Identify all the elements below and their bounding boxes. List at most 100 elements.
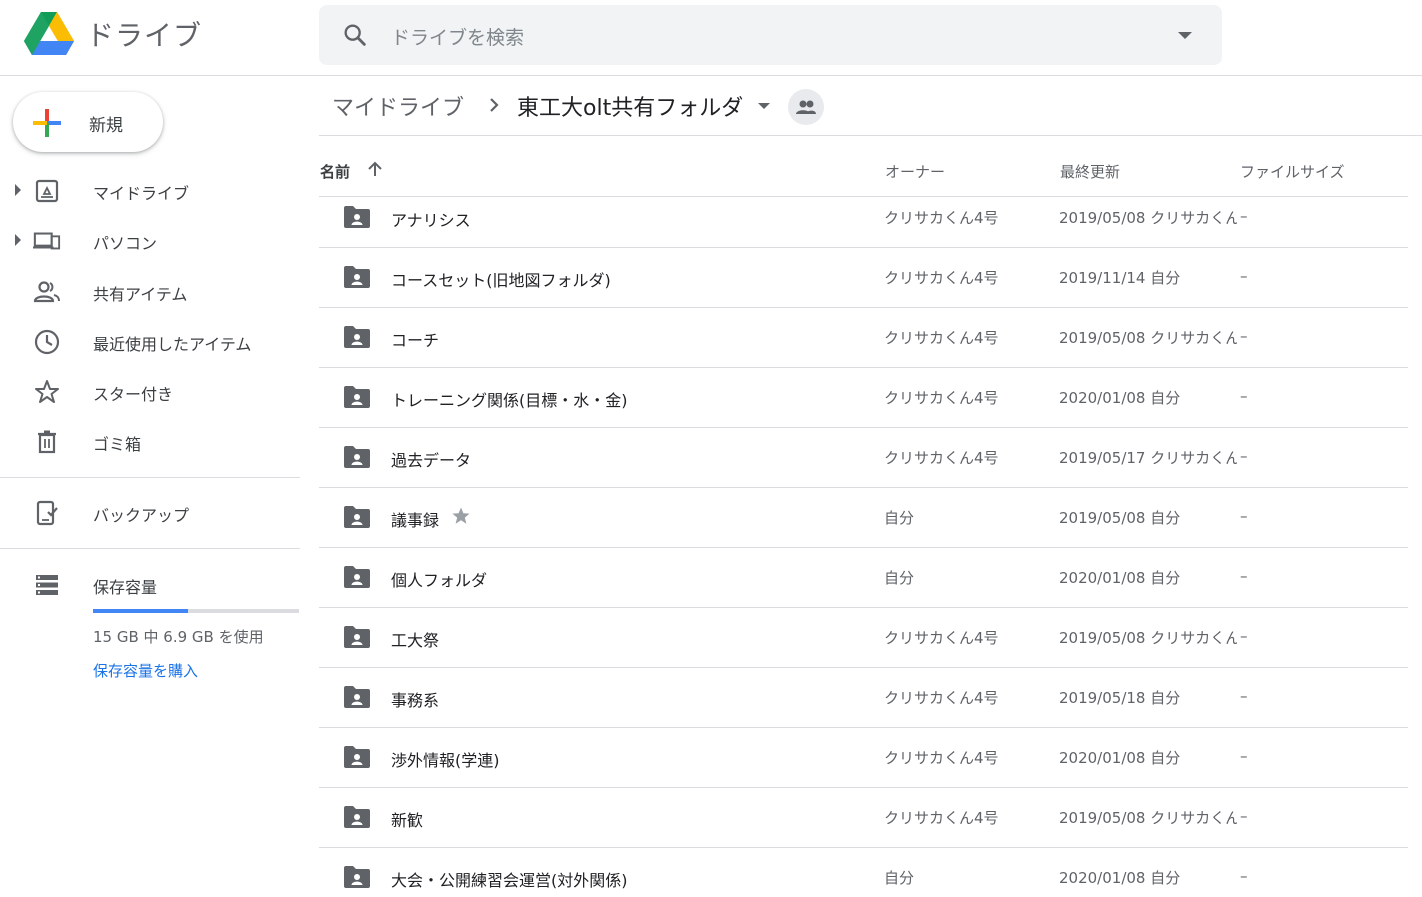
file-last-modified: 2020/01/08 自分 bbox=[1059, 569, 1181, 587]
sidebar-divider bbox=[0, 477, 300, 478]
my-drive-icon bbox=[35, 179, 59, 203]
file-owner: 自分 bbox=[884, 869, 915, 887]
shared-folder-badge[interactable] bbox=[788, 89, 824, 125]
file-owner: クリサカくん4号 bbox=[884, 329, 999, 347]
shared-folder-icon bbox=[344, 326, 370, 348]
column-header-size[interactable]: ファイルサイズ bbox=[1240, 161, 1345, 182]
breadcrumb-my-drive[interactable]: マイドライブ bbox=[332, 90, 464, 122]
sidebar-item-label: スター付き bbox=[93, 385, 174, 404]
file-row[interactable]: 工大祭 クリサカくん4号 2019/05/08 クリサカくん4号– bbox=[319, 608, 1408, 668]
search-input[interactable]: ドライブを検索 bbox=[391, 23, 524, 50]
file-size: – bbox=[1240, 387, 1248, 405]
file-row[interactable]: 渉外情報(学連) クリサカくん4号 2020/01/08 自分 – bbox=[319, 728, 1408, 788]
shared-folder-icon bbox=[344, 686, 370, 708]
sort-ascending-arrow-icon[interactable] bbox=[365, 159, 385, 179]
file-owner: クリサカくん4号 bbox=[884, 269, 999, 287]
file-row[interactable]: 大会・公開練習会運営(対外関係) 自分 2020/01/08 自分 – bbox=[319, 848, 1408, 897]
file-size: – bbox=[1240, 507, 1248, 525]
file-name: トレーニング関係(目標・水・金) bbox=[391, 391, 628, 410]
file-row[interactable]: トレーニング関係(目標・水・金) クリサカくん4号 2020/01/08 自分 – bbox=[319, 368, 1408, 428]
drive-logo-icon[interactable] bbox=[24, 12, 74, 56]
file-last-modified: 2019/05/08 クリサカくん4号 bbox=[1059, 629, 1237, 647]
file-last-modified: 2019/05/08 自分 bbox=[1059, 509, 1181, 527]
file-owner: 自分 bbox=[884, 569, 915, 587]
shared-folder-icon bbox=[344, 266, 370, 288]
app-title[interactable]: ドライブ bbox=[86, 14, 202, 54]
file-owner: クリサカくん4号 bbox=[884, 629, 999, 647]
shared-folder-icon bbox=[344, 446, 370, 468]
file-row[interactable]: 議事録 自分 2019/05/08 自分 – bbox=[319, 488, 1408, 548]
sidebar-item-storage[interactable]: 保存容量 bbox=[0, 562, 300, 606]
file-row[interactable]: コースセット(旧地図フォルダ) クリサカくん4号 2019/11/14 自分 – bbox=[319, 248, 1408, 308]
shared-folder-icon bbox=[344, 506, 370, 528]
file-name: コーチ bbox=[391, 331, 440, 350]
folder-menu-dropdown-icon[interactable] bbox=[758, 103, 770, 109]
file-owner: クリサカくん4号 bbox=[884, 449, 999, 467]
sidebar-item-label: ゴミ箱 bbox=[93, 435, 142, 454]
expand-arrow-icon[interactable] bbox=[15, 184, 21, 196]
file-size: – bbox=[1240, 327, 1248, 345]
file-row[interactable]: アナリシス クリサカくん4号 2019/05/08 クリサカくん4号– bbox=[319, 188, 1408, 248]
file-last-modified: 2019/05/17 クリサカくん4号 bbox=[1059, 449, 1237, 467]
star-icon bbox=[35, 380, 59, 403]
search-icon[interactable] bbox=[341, 21, 369, 49]
file-size: – bbox=[1240, 627, 1248, 645]
buy-storage-link[interactable]: 保存容量を購入 bbox=[93, 660, 198, 681]
computers-icon bbox=[33, 232, 61, 250]
file-row[interactable]: 個人フォルダ 自分 2020/01/08 自分 – bbox=[319, 548, 1408, 608]
file-last-modified: 2020/01/08 自分 bbox=[1059, 749, 1181, 767]
file-name: 工大祭 bbox=[391, 631, 440, 650]
expand-arrow-icon[interactable] bbox=[15, 234, 21, 246]
file-name: 過去データ bbox=[391, 451, 472, 470]
column-header-owner[interactable]: オーナー bbox=[885, 161, 945, 182]
column-header-modified[interactable]: 最終更新 bbox=[1060, 161, 1120, 182]
plus-icon bbox=[33, 109, 61, 137]
file-name: 新歓 bbox=[391, 811, 424, 830]
shared-people-icon bbox=[33, 281, 60, 303]
file-size: – bbox=[1240, 447, 1248, 465]
clock-icon bbox=[34, 329, 60, 355]
file-row[interactable]: 事務系 クリサカくん4号 2019/05/18 自分 – bbox=[319, 668, 1408, 728]
file-name: 議事録 bbox=[391, 511, 440, 530]
file-row[interactable]: 過去データ クリサカくん4号 2019/05/17 クリサカくん4号– bbox=[319, 428, 1408, 488]
backup-icon bbox=[36, 500, 58, 526]
sidebar-item-shared-with-me[interactable]: 共有アイテム bbox=[0, 269, 300, 313]
file-name: 個人フォルダ bbox=[391, 571, 488, 590]
shared-folder-icon bbox=[344, 386, 370, 408]
file-name: 渉外情報(学連) bbox=[391, 751, 500, 770]
search-options-dropdown-icon[interactable] bbox=[1178, 32, 1192, 39]
file-owner: 自分 bbox=[884, 509, 915, 527]
shared-folder-icon bbox=[344, 806, 370, 828]
new-button[interactable]: 新規 bbox=[13, 92, 163, 152]
file-name: コースセット(旧地図フォルダ) bbox=[391, 271, 611, 290]
starred-icon bbox=[452, 507, 470, 524]
shared-folder-icon bbox=[344, 746, 370, 768]
file-size: – bbox=[1240, 687, 1248, 705]
sidebar-item-recent[interactable]: 最近使用したアイテム bbox=[0, 319, 300, 363]
sidebar-item-trash[interactable]: ゴミ箱 bbox=[0, 419, 300, 463]
storage-usage-bar bbox=[93, 609, 299, 613]
shared-folder-icon bbox=[344, 206, 370, 228]
sidebar-item-backup[interactable]: バックアップ bbox=[0, 490, 300, 534]
shared-folder-icon bbox=[344, 566, 370, 588]
file-last-modified: 2019/05/18 自分 bbox=[1059, 689, 1181, 707]
sidebar-item-starred[interactable]: スター付き bbox=[0, 369, 300, 413]
file-last-modified: 2019/05/08 クリサカくん4号 bbox=[1059, 809, 1237, 827]
file-size: – bbox=[1240, 807, 1248, 825]
file-owner: クリサカくん4号 bbox=[884, 209, 999, 227]
file-row[interactable]: 新歓 クリサカくん4号 2019/05/08 クリサカくん4号– bbox=[319, 788, 1408, 848]
file-name: 事務系 bbox=[391, 691, 440, 710]
breadcrumb-current-folder[interactable]: 東工大olt共有フォルダ bbox=[517, 90, 743, 122]
file-name: 大会・公開練習会運営(対外関係) bbox=[391, 871, 628, 890]
file-row[interactable]: コーチ クリサカくん4号 2019/05/08 クリサカくん4号– bbox=[319, 308, 1408, 368]
sidebar-item-computers[interactable]: パソコン bbox=[0, 218, 300, 262]
file-owner: クリサカくん4号 bbox=[884, 809, 999, 827]
sidebar-item-my-drive[interactable]: マイドライブ bbox=[0, 168, 300, 212]
storage-usage-fill bbox=[93, 609, 188, 613]
file-last-modified: 2019/05/08 クリサカくん4号 bbox=[1059, 209, 1237, 227]
file-owner: クリサカくん4号 bbox=[884, 389, 999, 407]
search-bar[interactable]: ドライブを検索 bbox=[319, 5, 1222, 65]
sidebar-item-label: パソコン bbox=[93, 234, 158, 253]
top-bar: ドライブ ドライブを検索 bbox=[0, 0, 1422, 76]
column-header-name[interactable]: 名前 bbox=[320, 161, 350, 182]
